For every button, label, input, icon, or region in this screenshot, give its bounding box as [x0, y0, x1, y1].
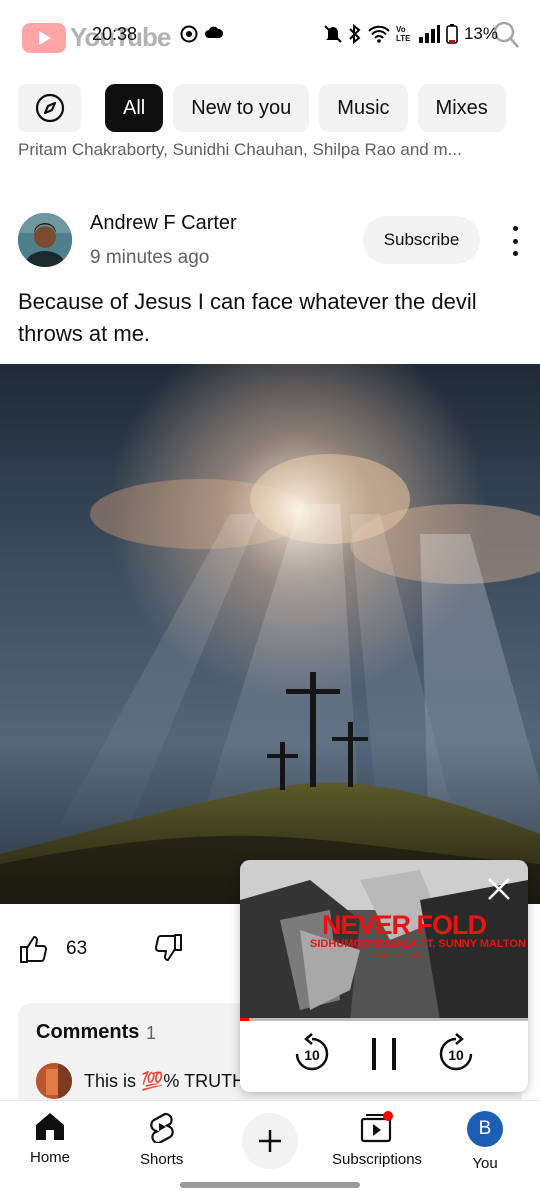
forward-seconds-label: 10: [448, 1047, 464, 1063]
filter-chips: All New to you Music Mixes: [18, 84, 506, 132]
forward-10-icon[interactable]: 10: [434, 1032, 478, 1076]
mini-player-video[interactable]: NEVER FOLD SIDHUMOOSEWALA FT. SUNNY MALT…: [240, 860, 528, 1020]
mini-player-progress[interactable]: [240, 1018, 528, 1021]
nav-shorts-label: Shorts: [140, 1151, 184, 1168]
rewind-10-icon[interactable]: 10: [290, 1032, 334, 1076]
like-count: 63: [66, 938, 88, 959]
post-time: 9 minutes ago: [90, 247, 210, 268]
explore-chip[interactable]: [18, 84, 81, 132]
post-text: Because of Jesus I can face whatever the…: [18, 289, 477, 346]
mute-icon: [324, 25, 342, 43]
comments-count: 1: [146, 1023, 157, 1043]
plus-icon: [259, 1130, 281, 1152]
commenter-avatar: [36, 1063, 72, 1099]
mini-player-progress-fill: [240, 1018, 249, 1021]
mini-player-title-art: NEVER FOLD: [322, 910, 487, 940]
author-avatar[interactable]: [18, 213, 72, 267]
wifi-icon: [368, 25, 390, 43]
chip-all[interactable]: All: [105, 84, 164, 132]
chip-new-to-you[interactable]: New to you: [173, 84, 310, 132]
mini-player-controls: 10 10: [240, 1032, 528, 1084]
subscribe-button[interactable]: Subscribe: [363, 216, 480, 264]
you-avatar: B: [467, 1111, 503, 1147]
thumbs-up-icon: [20, 936, 47, 963]
close-icon[interactable]: [486, 876, 512, 902]
chip-music[interactable]: Music: [319, 84, 408, 132]
search-icon[interactable]: [492, 20, 520, 50]
youtube-play-icon: [22, 22, 66, 53]
status-icons: Vo LTE 13%: [324, 24, 498, 44]
nav-subscriptions[interactable]: Subscriptions: [332, 1111, 422, 1168]
nav-subscriptions-label: Subscriptions: [332, 1151, 423, 1168]
comments-title: Comments: [36, 1021, 140, 1043]
volte-label: Vo LTE: [395, 25, 411, 43]
mini-player[interactable]: NEVER FOLD SIDHUMOOSEWALA FT. SUNNY MALT…: [240, 860, 528, 1092]
bluetooth-icon: [349, 24, 361, 44]
home-icon: [36, 1113, 64, 1140]
status-bar: YouTube 20:38 Vo LTE 13%: [0, 0, 540, 72]
create-button[interactable]: [242, 1113, 298, 1169]
nav-home-label: Home: [30, 1149, 71, 1166]
top-comment-text: This is 💯% TRUTH: [84, 1071, 246, 1091]
shorts-icon: [149, 1112, 174, 1143]
thumbs-down-icon: [155, 934, 182, 961]
chip-mixes[interactable]: Mixes: [417, 84, 506, 132]
mini-player-prod-art: PROD BY CASH: [370, 953, 423, 960]
rewind-seconds-label: 10: [304, 1047, 320, 1063]
subscriptions-icon: [360, 1111, 394, 1143]
nav-home[interactable]: Home: [30, 1111, 70, 1166]
status-time: 20:38: [92, 24, 138, 44]
previous-item-subtitle[interactable]: Pritam Chakraborty, Sunidhi Chauhan, Shi…: [18, 140, 498, 162]
compass-icon: [35, 93, 64, 123]
post-image[interactable]: [0, 364, 540, 904]
dislike-button[interactable]: [152, 932, 184, 969]
gesture-bar: [180, 1182, 360, 1188]
cloud-icon: [204, 25, 224, 44]
battery-icon: [446, 24, 458, 44]
more-options-icon[interactable]: [504, 226, 526, 256]
pause-icon[interactable]: [362, 1032, 406, 1076]
mini-player-subtitle-art: SIDHUMOOSEWALA FT. SUNNY MALTON: [310, 938, 526, 950]
nav-shorts[interactable]: Shorts: [140, 1111, 183, 1168]
nav-you-label: You: [472, 1155, 498, 1172]
nav-you[interactable]: B You: [467, 1111, 503, 1172]
signal-icon: [418, 25, 440, 43]
author-name[interactable]: Andrew F Carter: [90, 212, 237, 235]
whatsapp-icon: [180, 25, 198, 48]
like-button[interactable]: 63: [18, 930, 87, 968]
